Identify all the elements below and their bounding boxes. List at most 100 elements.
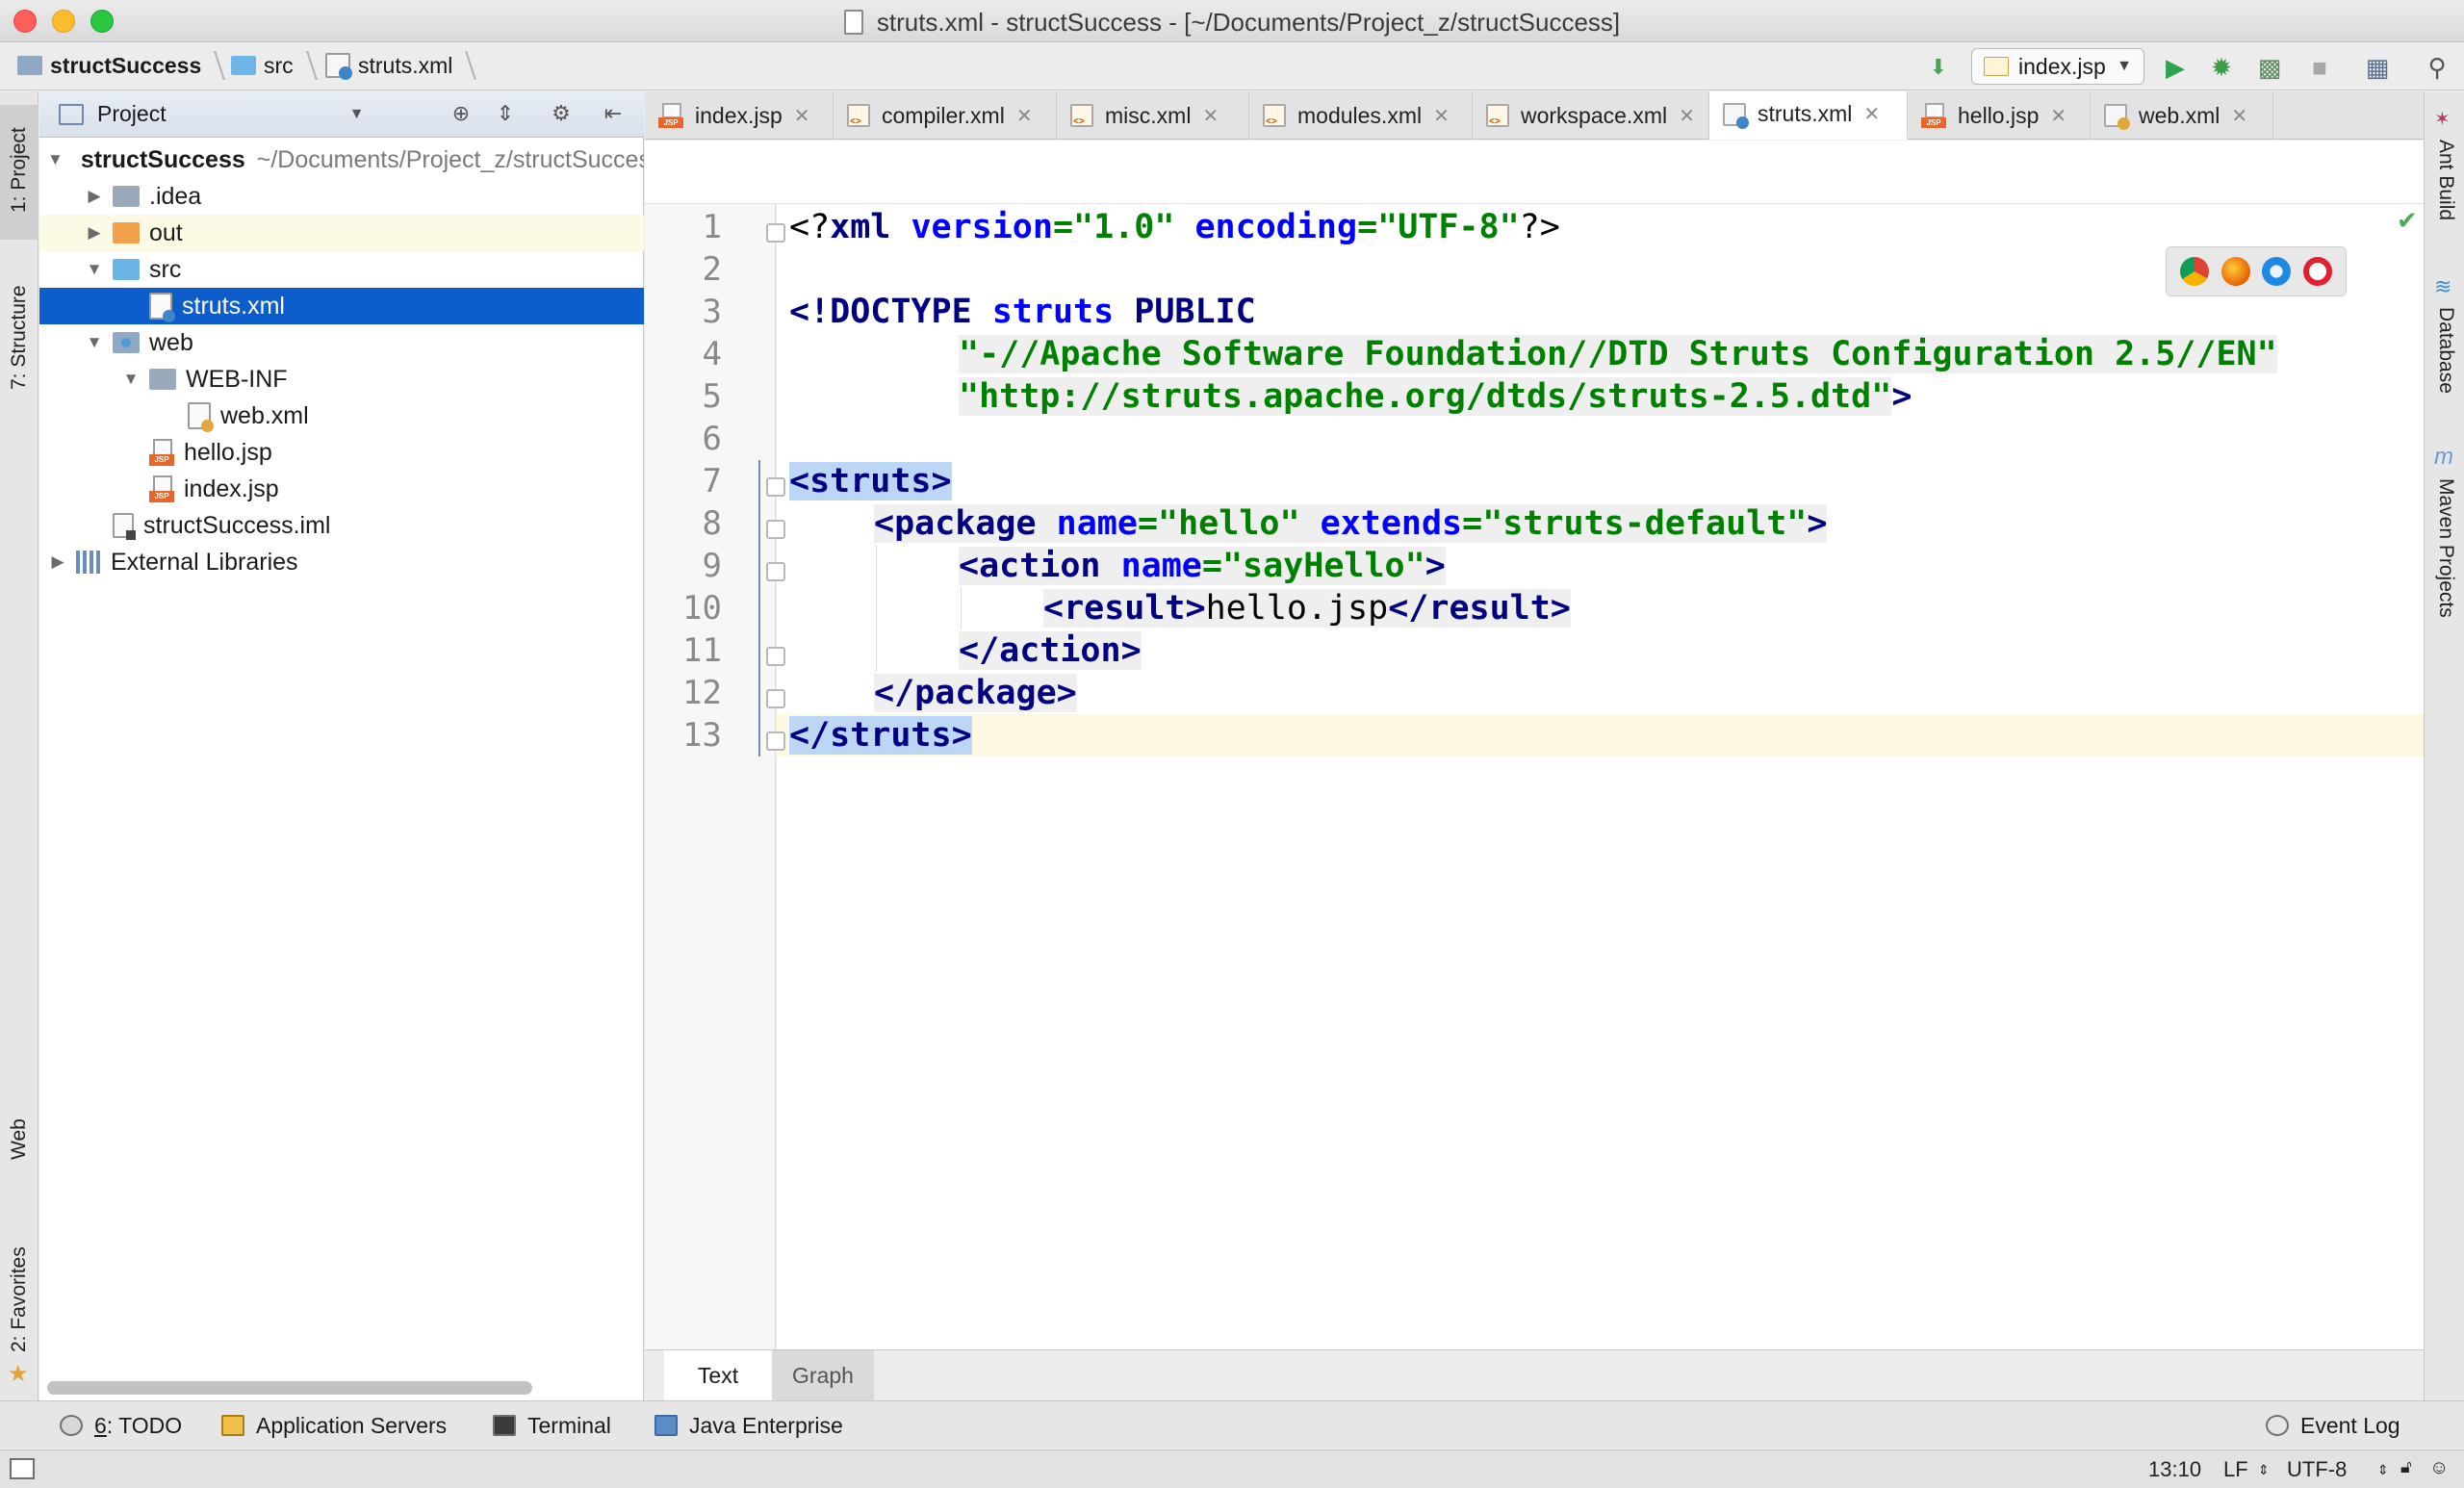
collapsed-arrow-icon[interactable]: ▶: [47, 552, 68, 572]
expand-arrow-icon[interactable]: ▼: [47, 150, 64, 169]
tab-compiler-xml[interactable]: compiler.xml ✕: [834, 91, 1057, 140]
inspector-icon[interactable]: ☺: [2429, 1457, 2449, 1479]
tree-row-structsuccess[interactable]: ▼ structSuccess ~/Documents/Project_z/st…: [39, 141, 644, 178]
fold-marker-icon[interactable]: [766, 731, 785, 751]
tool-tab-database[interactable]: ≋ Database: [2432, 274, 2461, 419]
lock-icon[interactable]: 🔓︎: [2400, 1457, 2412, 1477]
breadcrumb-label: struts.xml: [358, 52, 453, 78]
tab-web-xml[interactable]: web.xml ✕: [2091, 91, 2273, 140]
expand-arrow-icon[interactable]: ▼: [120, 370, 141, 389]
hide-panel-icon[interactable]: ⇤: [600, 101, 627, 128]
line-number: 13: [682, 716, 722, 755]
tool-window-terminal[interactable]: Terminal: [493, 1411, 611, 1440]
close-icon[interactable]: ✕: [1202, 104, 1219, 128]
struts-xml-icon: [325, 53, 352, 80]
tab-workspace-xml[interactable]: workspace.xml ✕: [1473, 91, 1709, 140]
file-encoding[interactable]: UTF-8: [2287, 1457, 2347, 1482]
breadcrumb-src[interactable]: src: [231, 51, 318, 80]
tool-tab-structure[interactable]: 7: Structure: [0, 265, 38, 419]
code-line-13: </struts>: [789, 714, 972, 757]
tree-row-struts-xml[interactable]: struts.xml: [39, 288, 644, 324]
editor-view-tabs: Text Graph: [645, 1349, 2424, 1400]
tool-window-event-log[interactable]: Event Log: [2266, 1411, 2400, 1440]
tree-row-out[interactable]: ▶ out: [39, 215, 644, 251]
firefox-icon[interactable]: [2220, 257, 2250, 286]
code-line-9: <action name="sayHello">: [959, 547, 1446, 585]
breadcrumb-file[interactable]: struts.xml: [325, 51, 477, 80]
tab-index-jsp[interactable]: JSP index.jsp ✕: [645, 91, 834, 140]
tool-tab-web[interactable]: Web: [0, 1112, 38, 1218]
fold-marker-icon[interactable]: [766, 689, 785, 708]
close-icon[interactable]: ✕: [1016, 104, 1033, 128]
tool-tab-project[interactable]: 1: Project: [0, 105, 38, 240]
tool-tab-label: 1: Project: [8, 127, 30, 213]
code-token: <result>: [1043, 589, 1206, 628]
tree-row-src[interactable]: ▼ src: [39, 251, 644, 288]
tree-row-iml[interactable]: structSuccess.iml: [39, 507, 644, 544]
collapsed-arrow-icon[interactable]: ▶: [84, 187, 105, 206]
close-icon[interactable]: ✕: [1679, 104, 1695, 128]
web-folder-icon: [113, 332, 140, 353]
close-icon[interactable]: ✕: [2050, 104, 2066, 128]
chevron-down-icon[interactable]: ▼: [349, 106, 365, 123]
code-token: name: [1120, 547, 1202, 585]
tab-text[interactable]: Text: [664, 1350, 772, 1400]
tree-row-index-jsp[interactable]: JSP index.jsp: [39, 471, 644, 507]
tree-row-external-libraries[interactable]: ▶ External Libraries: [39, 544, 644, 580]
horizontal-scrollbar[interactable]: [47, 1381, 532, 1395]
tree-label: .idea: [149, 182, 202, 210]
tree-row-idea[interactable]: ▶ .idea: [39, 178, 644, 215]
run-icon[interactable]: ▶: [2160, 52, 2191, 83]
code-line-11: </action>: [959, 629, 1142, 672]
breadcrumb-project[interactable]: structSuccess: [17, 51, 226, 80]
close-icon[interactable]: ✕: [2231, 104, 2247, 128]
fold-marker-icon[interactable]: [766, 223, 785, 243]
line-separator[interactable]: LF: [2223, 1457, 2248, 1482]
opera-icon[interactable]: [2302, 257, 2332, 286]
tool-window-todo[interactable]: 6: TODO: [60, 1411, 182, 1440]
fold-marker-icon[interactable]: [766, 520, 785, 539]
xml-file-icon: [1263, 104, 1286, 127]
tab-hello-jsp[interactable]: JSP hello.jsp ✕: [1908, 91, 2091, 140]
debug-icon[interactable]: ✹: [2206, 52, 2237, 83]
make-project-icon[interactable]: ⬇: [1923, 52, 1954, 83]
scroll-from-source-icon[interactable]: ⊕: [448, 101, 475, 128]
expand-arrow-icon[interactable]: ▼: [84, 333, 105, 352]
run-with-coverage-icon[interactable]: ▩: [2254, 52, 2285, 83]
close-icon[interactable]: ✕: [1433, 104, 1450, 128]
chrome-icon[interactable]: [2180, 257, 2210, 286]
close-icon[interactable]: ✕: [794, 104, 810, 128]
safari-icon[interactable]: [2262, 257, 2292, 286]
tool-window-application-servers[interactable]: Application Servers: [221, 1411, 447, 1440]
fold-marker-icon[interactable]: [766, 562, 785, 581]
code-token: <action: [959, 547, 1101, 585]
fold-marker-icon[interactable]: [766, 647, 785, 666]
run-configuration-select[interactable]: index.jsp ▼: [1971, 48, 2144, 85]
stop-icon[interactable]: ■: [2304, 52, 2335, 83]
project-structure-icon[interactable]: ▦: [2362, 52, 2393, 83]
code-token: "struts-default": [1482, 504, 1808, 543]
toggle-tool-windows-icon[interactable]: [10, 1458, 35, 1479]
chevron-updown-icon: ⇕: [2258, 1462, 2270, 1477]
collapse-all-icon[interactable]: ⇕: [492, 101, 519, 128]
tree-row-web-inf[interactable]: ▼ WEB-INF: [39, 361, 644, 398]
tab-graph[interactable]: Graph: [772, 1350, 874, 1400]
caret-position[interactable]: 13:10: [2148, 1457, 2201, 1482]
tree-row-web-xml[interactable]: web.xml: [39, 398, 644, 434]
tool-tab-favorites[interactable]: 2: Favorites ★: [0, 1227, 38, 1391]
expand-arrow-icon[interactable]: ▼: [84, 260, 105, 279]
close-icon[interactable]: ✕: [1863, 102, 1880, 126]
fold-marker-icon[interactable]: [766, 477, 785, 497]
collapsed-arrow-icon[interactable]: ▶: [84, 223, 105, 243]
tab-misc-xml[interactable]: misc.xml ✕: [1057, 91, 1249, 140]
tool-window-java-enterprise[interactable]: Java Enterprise: [654, 1411, 843, 1440]
tool-tab-maven-projects[interactable]: m Maven Projects: [2432, 444, 2461, 665]
tab-modules-xml[interactable]: modules.xml ✕: [1249, 91, 1473, 140]
tab-struts-xml[interactable]: struts.xml ✕: [1709, 91, 1908, 140]
tree-row-web[interactable]: ▼ web: [39, 324, 644, 361]
tree-row-hello-jsp[interactable]: JSP hello.jsp: [39, 434, 644, 471]
tool-tab-label: 2: Favorites: [8, 1246, 30, 1352]
search-icon[interactable]: ⚲: [2422, 52, 2452, 83]
gear-icon[interactable]: ⚙: [548, 101, 575, 128]
tool-tab-ant-build[interactable]: ✶ Ant Build: [2432, 105, 2461, 249]
